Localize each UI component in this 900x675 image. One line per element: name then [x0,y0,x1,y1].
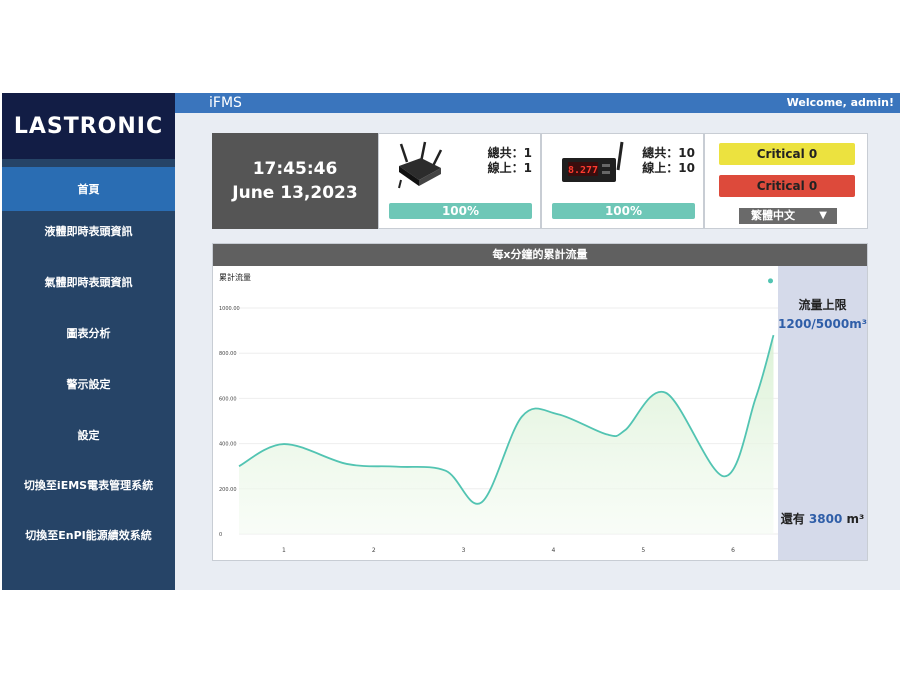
gateway-counts: 總共：1 線上：1 [488,146,532,176]
sidebar-item-settings[interactable]: 設定 [2,413,175,457]
gateway-online: 線上：1 [487,161,532,175]
x-tick-label: 5 [641,547,645,554]
y-tick-label: 0 [219,532,222,538]
flow-limit-panel: 流量上限 1200/5000m³ 還有 3800 m³ [778,266,867,560]
sidebar-item-label: 設定 [77,429,100,442]
x-tick-label: 1 [282,547,286,554]
sidebar-item-switch-iems[interactable]: 切換至iEMS電表管理系統 [2,463,175,507]
meter-display-text: 8.277 [568,165,598,176]
meter-total: 總共：10 [642,146,695,160]
sidebar-item-alert-settings[interactable]: 警示設定 [2,362,175,406]
sidebar-item-home[interactable]: 首頁 [2,167,175,211]
remaining-prefix: 還有 [780,512,805,526]
marker-dot [768,278,774,284]
critical-yellow-badge[interactable]: Critical 0 [719,143,855,165]
sidebar-item-label: 圖表分析 [66,327,111,340]
sidebar-item-label: 切換至EnPI能源績效系統 [25,529,152,542]
clock-card: 17:45:46 June 13,2023 [212,133,378,229]
flow-meter-icon: 8.277 [562,141,624,182]
critical-red-badge[interactable]: Critical 0 [719,175,855,197]
sidebar-item-label: 警示設定 [66,378,111,391]
meter-online: 線上：10 [642,161,695,175]
sidebar-item-switch-enpi[interactable]: 切換至EnPI能源績效系統 [2,513,175,557]
x-tick-label: 2 [372,547,376,554]
gateway-total: 總共：1 [487,146,532,160]
y-tick-label: 200.00 [219,487,237,493]
y-tick-label: 1000.00 [219,306,240,312]
remaining-value: 3800 [808,512,843,526]
sidebar-item-liquid-meters[interactable]: 液體即時表頭資訊 [2,209,175,253]
gateway-status-card[interactable]: 總共：1 線上：1 100% [378,133,541,229]
flow-limit-label: 流量上限 [798,298,847,312]
sidebar: LASTRONIC 首頁 液體即時表頭資訊 氣體即時表頭資訊 圖表分析 警示設定… [2,93,175,590]
sidebar-item-label: 氣體即時表頭資訊 [44,276,133,289]
top-header: iFMS Welcome, admin! [175,93,900,113]
y-tick-label: 400.00 [219,442,237,448]
welcome-text: Welcome, admin! [786,96,894,109]
x-tick-label: 3 [462,547,466,554]
sidebar-item-label: 切換至iEMS電表管理系統 [23,479,154,492]
x-tick-label: 6 [731,547,735,554]
remaining-flow: 還有 3800 m³ [778,510,867,527]
sidebar-item-label: 液體即時表頭資訊 [44,225,133,238]
flow-limit-value: 1200/5000m³ [778,317,867,331]
y-tick-label: 800.00 [219,351,237,357]
gateway-online-bar: 100% [389,203,532,219]
clock-time: 17:45:46 [252,159,338,179]
chart-header: 每x分鐘的累計流量 [213,244,867,266]
language-selected: 繁體中文 [751,209,795,222]
sidebar-item-chart-analysis[interactable]: 圖表分析 [2,311,175,355]
language-select[interactable]: 繁體中文 ▼ [739,208,837,224]
x-tick-label: 4 [552,547,556,554]
alert-card: Critical 0 Critical 0 繁體中文 ▼ [704,133,868,229]
sidebar-item-gas-meters[interactable]: 氣體即時表頭資訊 [2,260,175,304]
dropdown-triangle-icon: ▼ [819,210,827,221]
y-tick-label: 600.00 [219,396,237,402]
clock-date: June 13,2023 [232,183,358,203]
cumulative-flow-chart[interactable]: 累計流量 0 200.00 400.00 600.00 800.00 1000.00 1 2 3 4… [213,266,778,560]
logo-text: LASTRONIC [13,113,164,139]
meter-counts: 總共：10 線上：10 [642,146,695,176]
meter-online-bar: 100% [552,203,695,219]
app-window: LASTRONIC 首頁 液體即時表頭資訊 氣體即時表頭資訊 圖表分析 警示設定… [2,93,900,590]
app-title: iFMS [209,95,242,111]
y-axis-label: 累計流量 [219,272,251,282]
router-icon [398,141,443,189]
flow-chart-panel: 每x分鐘的累計流量 累計流量 0 200.00 400.00 600.00 800.00 1… [212,243,868,561]
remaining-unit: m³ [846,512,865,526]
sidebar-item-label: 首頁 [77,183,100,196]
meter-status-card[interactable]: 8.277 總共：10 線上：10 100% [541,133,704,229]
brand-logo[interactable]: LASTRONIC [2,93,175,159]
